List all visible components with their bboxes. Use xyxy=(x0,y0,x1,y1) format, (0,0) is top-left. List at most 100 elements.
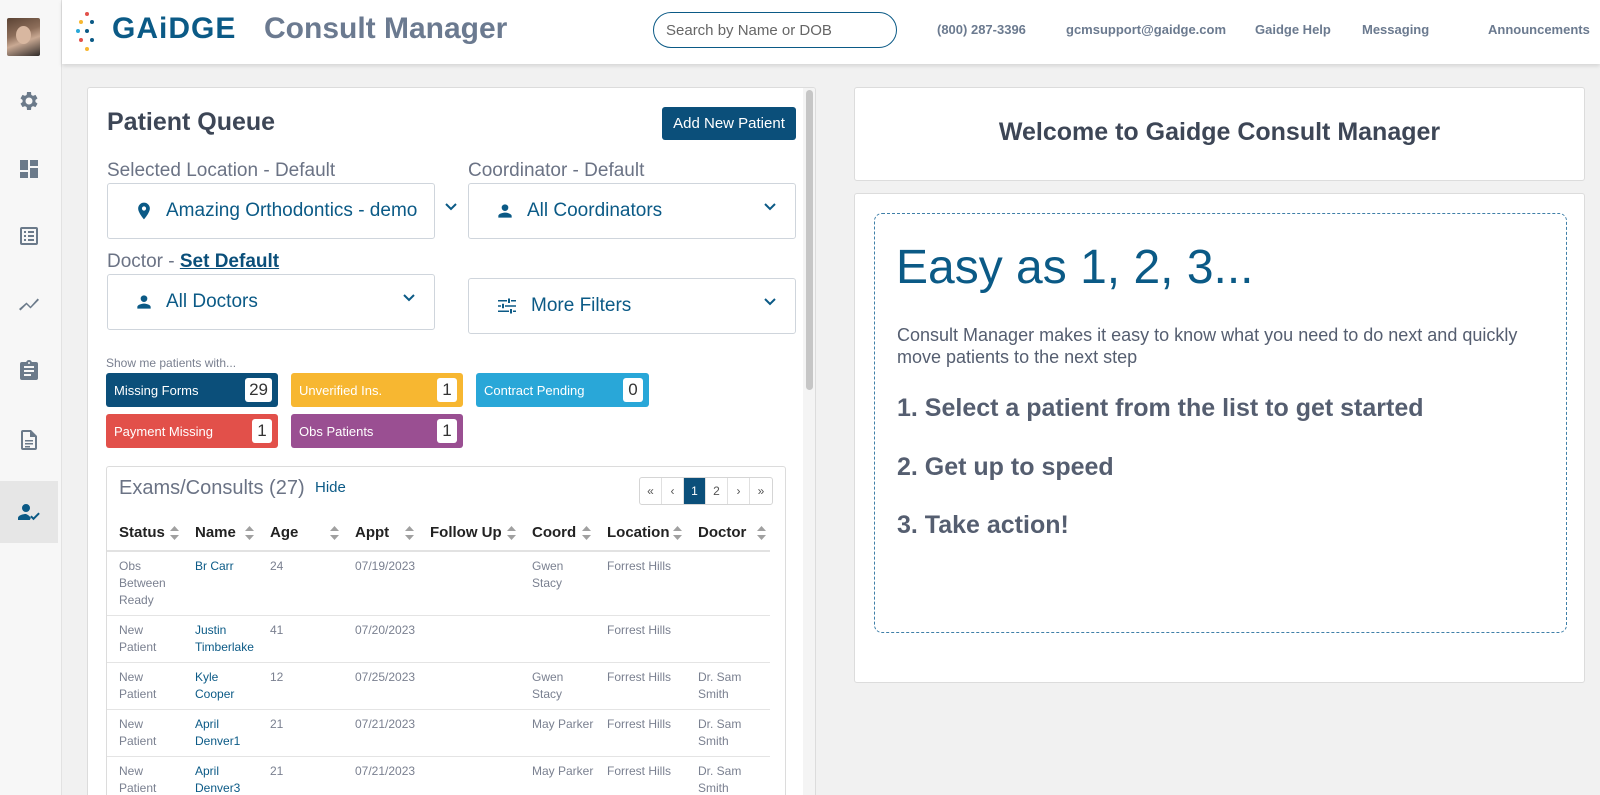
sort-icon xyxy=(405,526,414,540)
logo-icon xyxy=(76,10,102,54)
chip-count: 1 xyxy=(437,419,457,443)
step-3: 3. Take action! xyxy=(897,511,1069,539)
col-label: Coord xyxy=(532,524,577,541)
obs-patients-chip[interactable]: Obs Patients 1 xyxy=(291,414,463,448)
page-1-button[interactable]: 1 xyxy=(684,478,706,504)
doctor-cell xyxy=(686,615,770,663)
page-2-button[interactable]: 2 xyxy=(706,478,728,504)
document-icon[interactable] xyxy=(0,409,58,471)
step-1: 1. Select a patient from the list to get… xyxy=(897,394,1424,422)
email-link[interactable]: gcmsupport@gaidge.com xyxy=(1066,22,1226,37)
intro-text: Consult Manager makes it easy to know wh… xyxy=(897,325,1518,367)
last-page-button[interactable]: » xyxy=(750,478,772,504)
headline: Easy as 1, 2, 3... xyxy=(896,241,1254,294)
coord-cell xyxy=(520,615,595,663)
col-name[interactable]: Name xyxy=(183,515,258,552)
age-cell: 21 xyxy=(258,756,343,795)
contract-pending-chip[interactable]: Contract Pending 0 xyxy=(476,373,649,407)
top-header: GAiDGE Consult Manager (800) 287-3396 gc… xyxy=(62,0,1600,64)
col-label: Name xyxy=(195,524,236,541)
settings-icon[interactable] xyxy=(0,70,58,132)
avatar[interactable] xyxy=(7,18,40,56)
dashboard-icon[interactable] xyxy=(0,138,58,200)
patient-name-link[interactable]: April Denver1 xyxy=(183,709,258,757)
chevron-down-icon xyxy=(764,298,776,306)
col-appt[interactable]: Appt xyxy=(343,515,418,552)
patients-icon[interactable] xyxy=(0,481,58,543)
follow-up-cell xyxy=(418,756,520,795)
col-coord[interactable]: Coord xyxy=(520,515,595,552)
patient-name-link[interactable]: April Denver3 xyxy=(183,756,258,795)
status-cell: New Patient xyxy=(107,756,183,795)
age-cell: 41 xyxy=(258,615,343,663)
coordinator-select[interactable]: All Coordinators xyxy=(468,183,796,239)
doctor-value: All Doctors xyxy=(166,291,258,312)
more-filters-select[interactable]: More Filters xyxy=(468,278,796,334)
scrollbar[interactable] xyxy=(803,88,815,795)
location-value: Amazing Orthodontics - demo xyxy=(166,200,418,221)
table-row[interactable]: New Patient April Denver3 21 07/21/2023 … xyxy=(107,756,770,795)
hide-link[interactable]: Hide xyxy=(315,479,346,496)
appt-cell: 07/21/2023 xyxy=(343,756,418,795)
location-cell: Forrest Hills xyxy=(595,709,686,757)
phone-link[interactable]: (800) 287-3396 xyxy=(937,22,1026,37)
col-label: Age xyxy=(270,524,299,541)
location-cell: Forrest Hills xyxy=(595,551,686,616)
table-row[interactable]: New Patient April Denver1 21 07/21/2023 … xyxy=(107,709,770,757)
add-new-patient-button[interactable]: Add New Patient xyxy=(662,107,796,140)
follow-up-cell xyxy=(418,615,520,663)
coordinator-value: All Coordinators xyxy=(527,200,663,221)
location-cell: Forrest Hills xyxy=(595,662,686,710)
analytics-icon[interactable] xyxy=(0,273,58,335)
col-status[interactable]: Status xyxy=(107,515,183,552)
col-location[interactable]: Location xyxy=(595,515,686,552)
sort-icon xyxy=(170,526,179,540)
payment-missing-chip[interactable]: Payment Missing 1 xyxy=(106,414,278,448)
coord-cell: May Parker xyxy=(520,756,595,795)
help-link[interactable]: Gaidge Help xyxy=(1255,22,1331,37)
table-row[interactable]: Obs Between Ready Br Carr 24 07/19/2023 … xyxy=(107,551,770,616)
chip-label: Contract Pending xyxy=(484,382,585,398)
page-title: Patient Queue xyxy=(107,108,276,136)
announcements-link[interactable]: Announcements xyxy=(1488,22,1590,37)
col-label: Appt xyxy=(355,524,390,541)
follow-up-cell xyxy=(418,662,520,710)
chip-count: 29 xyxy=(245,378,272,402)
status-cell: New Patient xyxy=(107,615,183,663)
missing-forms-chip[interactable]: Missing Forms 29 xyxy=(106,373,278,407)
patient-name-link[interactable]: Kyle Cooper xyxy=(183,662,258,710)
location-select[interactable]: Amazing Orthodontics - demo xyxy=(107,183,457,239)
messaging-link[interactable]: Messaging xyxy=(1362,22,1429,37)
sort-icon xyxy=(330,526,339,540)
age-cell: 21 xyxy=(258,709,343,757)
status-cell: New Patient xyxy=(107,709,183,757)
prev-page-button[interactable]: ‹ xyxy=(662,478,684,504)
unverified-ins-chip[interactable]: Unverified Ins. 1 xyxy=(291,373,463,407)
location-pin-icon xyxy=(138,202,150,220)
chevron-down-icon xyxy=(445,203,457,211)
table-row[interactable]: New Patient Kyle Cooper 12 07/25/2023 Gw… xyxy=(107,662,770,710)
col-age[interactable]: Age xyxy=(258,515,343,552)
appt-cell: 07/20/2023 xyxy=(343,615,418,663)
chip-label: Missing Forms xyxy=(114,382,199,398)
list-icon[interactable] xyxy=(0,205,58,267)
patient-name-link[interactable]: Br Carr xyxy=(183,551,258,616)
next-page-button[interactable]: › xyxy=(728,478,750,504)
search-input[interactable] xyxy=(653,12,897,48)
sort-icon xyxy=(245,526,254,540)
doctor-cell: Dr. Sam Smith xyxy=(686,756,770,795)
col-follow-up[interactable]: Follow Up xyxy=(418,515,520,552)
appt-cell: 07/25/2023 xyxy=(343,662,418,710)
app-title: Consult Manager xyxy=(264,12,508,45)
doctor-label: Doctor - Set Default xyxy=(107,251,279,273)
filter-hint: Show me patients with... xyxy=(106,356,237,370)
clipboard-icon[interactable] xyxy=(0,340,58,402)
doctor-select[interactable]: All Doctors xyxy=(107,274,435,330)
first-page-button[interactable]: « xyxy=(640,478,662,504)
col-doctor[interactable]: Doctor xyxy=(686,515,770,552)
sidebar xyxy=(0,0,62,795)
patient-name-link[interactable]: Justin Timberlake xyxy=(183,615,258,663)
set-default-link[interactable]: Set Default xyxy=(180,251,279,272)
table-row[interactable]: New Patient Justin Timberlake 41 07/20/2… xyxy=(107,615,770,663)
location-label: Selected Location - Default xyxy=(107,160,336,181)
